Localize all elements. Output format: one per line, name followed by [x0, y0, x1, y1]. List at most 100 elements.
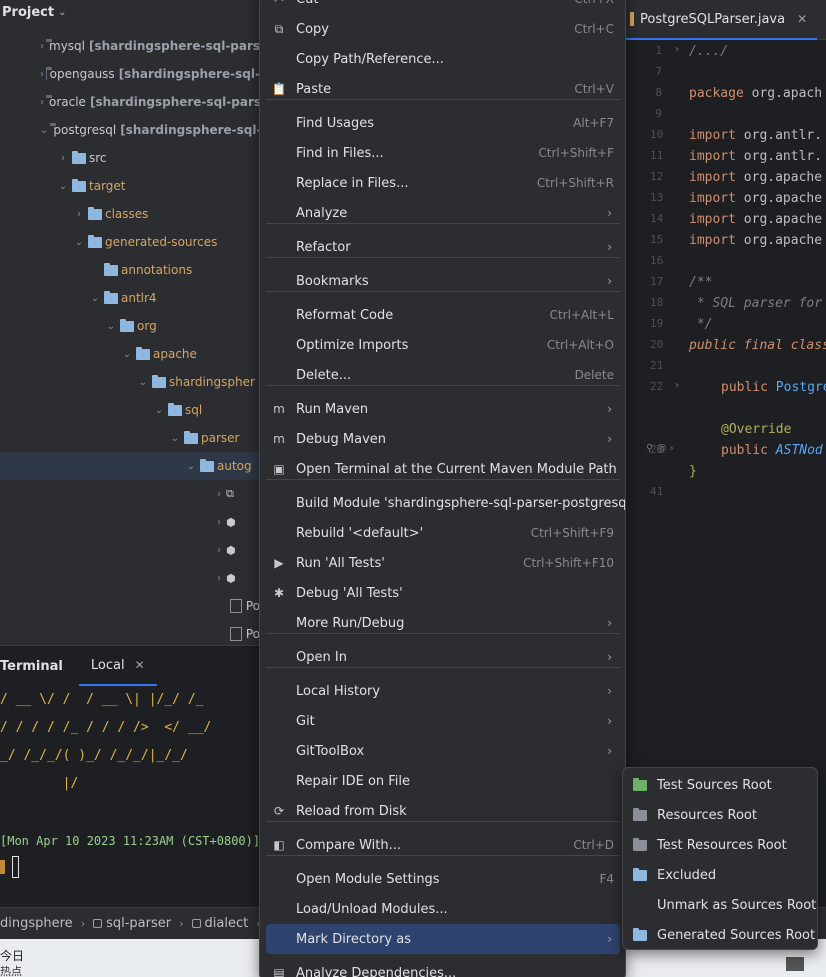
menu-item-replace-in-files[interactable]: Replace in Files... Ctrl+Shift+R [266, 168, 620, 198]
tree-item[interactable]: ⌄ shardingspher [0, 368, 260, 396]
tree-item[interactable]: ⌄ postgresql [shardingsphere-sql-p [0, 116, 260, 144]
tab-local[interactable]: Local ✕ [78, 646, 157, 686]
fold-icon[interactable]: › [675, 380, 679, 391]
tree-item[interactable]: › src [0, 144, 260, 172]
maven-run-icon: m [273, 402, 285, 416]
chevron-right-icon[interactable]: › [40, 97, 44, 108]
menu-item-rebuild-default[interactable]: Rebuild '<default>' Ctrl+Shift+F9 [266, 518, 620, 548]
tree-item[interactable]: ⌄ apache [0, 340, 260, 368]
chevron-down-icon[interactable]: ⌄ [104, 321, 118, 332]
menu-item-build-module-shardingsphere-sql-parser-postgresql[interactable]: Build Module 'shardingsphere-sql-parser-… [266, 488, 625, 518]
menu-item-optimize-imports[interactable]: Optimize Imports Ctrl+Alt+O [266, 330, 620, 360]
submenu-item-resources-root[interactable]: Resources Root [629, 800, 813, 830]
close-icon[interactable]: ✕ [797, 12, 807, 26]
menu-item-git[interactable]: Git › [266, 706, 620, 736]
tree-item[interactable]: ⌄ autog [0, 452, 260, 480]
tree-item[interactable]: ⌄ sql [0, 396, 260, 424]
project-panel-header[interactable]: Project ⌄ [0, 0, 66, 24]
chevron-down-icon[interactable]: ⌄ [72, 237, 86, 248]
chevron-down-icon[interactable]: ⌄ [88, 293, 102, 304]
code-editor[interactable]: 1 7 8 9 10 11 12 13 14 15 16 17 18 19 20 21 22 23 41 › /..… [626, 40, 826, 645]
menu-item-paste[interactable]: 📋 Paste Ctrl+V [266, 74, 620, 104]
tree-item[interactable]: Po [0, 620, 260, 645]
tree-item[interactable]: › classes [0, 200, 260, 228]
menu-item-load-unload-modules[interactable]: Load/Unload Modules... [266, 894, 620, 924]
menu-item-reformat-code[interactable]: Reformat Code Ctrl+Alt+L [266, 300, 620, 330]
chevron-down-icon[interactable]: ⌄ [168, 433, 182, 444]
menu-item-debug-maven[interactable]: m Debug Maven › [266, 424, 620, 454]
chevron-down-icon[interactable]: ⌄ [184, 461, 198, 472]
menu-item-more-run-debug[interactable]: More Run/Debug › [266, 608, 620, 638]
menu-item-open-module-settings[interactable]: Open Module Settings F4 [266, 864, 620, 894]
tree-item[interactable]: › opengauss [shardingsphere-sql- [0, 60, 260, 88]
chevron-down-icon[interactable]: ⌄ [136, 377, 150, 388]
menu-item-open-in[interactable]: Open In › [266, 642, 620, 672]
menu-item-gittoolbox[interactable]: GitToolBox › [266, 736, 620, 766]
tree-item[interactable]: › ⬢ [0, 564, 260, 592]
news-widget-title[interactable]: 今日 [0, 947, 24, 964]
tree-item[interactable]: annotations [0, 256, 260, 284]
menu-item-copy-path-reference[interactable]: Copy Path/Reference... [266, 44, 620, 74]
tree-item[interactable]: ⌄ target [0, 172, 260, 200]
chevron-right-icon[interactable]: › [40, 69, 44, 80]
tree-item[interactable]: › oracle [shardingsphere-sql-parser [0, 88, 260, 116]
chevron-right-icon[interactable]: › [72, 209, 86, 220]
chevron-right-icon[interactable]: › [212, 545, 226, 556]
menu-item-debug-all-tests[interactable]: ✱ Debug 'All Tests' [266, 578, 620, 608]
menu-item-delete[interactable]: Delete... Delete [266, 360, 620, 390]
menu-item-local-history[interactable]: Local History › [266, 676, 620, 706]
fold-icon[interactable]: › [675, 44, 679, 55]
menu-item-analyze[interactable]: Analyze › [266, 198, 620, 228]
menu-item-compare-with[interactable]: ◧ Compare With... Ctrl+D [266, 830, 620, 860]
breadcrumb-item[interactable]: dingsphere [0, 916, 73, 931]
tree-item[interactable]: › ⧉ [0, 480, 260, 508]
chevron-down-icon[interactable]: ⌄ [56, 181, 70, 192]
menu-item-bookmarks[interactable]: Bookmarks › [266, 266, 620, 296]
chevron-right-icon[interactable]: › [212, 517, 226, 528]
menu-item-find-in-files[interactable]: Find in Files... Ctrl+Shift+F [266, 138, 620, 168]
menu-item-run-maven[interactable]: m Run Maven › [266, 394, 620, 424]
chevron-right-icon[interactable]: › [40, 41, 44, 52]
menu-item-refactor[interactable]: Refactor › [266, 232, 620, 262]
tree-item[interactable]: ⌄ parser [0, 424, 260, 452]
tree-item[interactable]: ⌄ org [0, 312, 260, 340]
menu-item-reload-from-disk[interactable]: ⟳ Reload from Disk [266, 796, 620, 826]
chevron-right-icon[interactable]: › [56, 153, 70, 164]
chevron-down-icon[interactable]: ⌄ [40, 125, 48, 136]
menu-item-repair-ide-on-file[interactable]: Repair IDE on File [266, 766, 620, 796]
menu-item-find-usages[interactable]: Find Usages Alt+F7 [266, 108, 620, 138]
menu-item-analyze-dependencies[interactable]: ▤ Analyze Dependencies... [266, 958, 620, 977]
menu-item-label: Optimize Imports [296, 337, 409, 353]
tree-item[interactable]: ⌄ antlr4 [0, 284, 260, 312]
chevron-down-icon[interactable]: ⌄ [58, 7, 66, 18]
submenu-item-excluded[interactable]: Excluded [629, 860, 813, 890]
breadcrumb-item[interactable]: sql-parser [93, 916, 171, 931]
submenu-item-test-sources-root[interactable]: Test Sources Root [629, 770, 813, 800]
menu-item-label: Copy Path/Reference... [296, 51, 444, 67]
terminal-cursor[interactable] [12, 856, 19, 878]
menu-item-label: Paste [296, 81, 332, 97]
tree-item[interactable]: › ⬢ [0, 536, 260, 564]
menu-item-cut[interactable]: ✂ Cut Ctrl+X [266, 0, 620, 14]
menu-item-open-terminal-at-the-current-maven-module-path[interactable]: ▣ Open Terminal at the Current Maven Modu… [266, 454, 620, 484]
menu-item-run-all-tests[interactable]: ▶ Run 'All Tests' Ctrl+Shift+F10 [266, 548, 620, 578]
chevron-down-icon[interactable]: ⌄ [152, 405, 166, 416]
tree-item[interactable]: Po [0, 592, 260, 620]
override-gutter-icon[interactable]: ⚲ @ › [646, 443, 674, 454]
submenu-item-unmark-as-sources-root[interactable]: Unmark as Sources Root [629, 890, 816, 920]
chevron-right-icon[interactable]: › [212, 489, 226, 500]
news-widget-subtitle[interactable]: 热点 [0, 963, 22, 977]
tree-item[interactable]: ⌄ generated-sources [0, 228, 260, 256]
submenu-item-generated-sources-root[interactable]: Generated Sources Root [629, 920, 815, 950]
chevron-right-icon[interactable]: › [212, 573, 226, 584]
menu-item-mark-directory-as[interactable]: Mark Directory as › [266, 924, 620, 954]
chevron-down-icon[interactable]: ⌄ [120, 349, 134, 360]
submenu-item-test-resources-root[interactable]: Test Resources Root [629, 830, 813, 860]
tray-icon[interactable] [786, 957, 804, 971]
menu-item-copy[interactable]: ⧉ Copy Ctrl+C [266, 14, 620, 44]
tree-item[interactable]: › ⬢ [0, 508, 260, 536]
breadcrumb-item[interactable]: dialect [191, 916, 248, 931]
close-icon[interactable]: ✕ [135, 658, 145, 672]
tab-postgresqlparser[interactable]: PostgreSQLParser.java ✕ [626, 0, 818, 40]
tree-item[interactable]: › mysql [shardingsphere-sql-parser [0, 32, 260, 60]
